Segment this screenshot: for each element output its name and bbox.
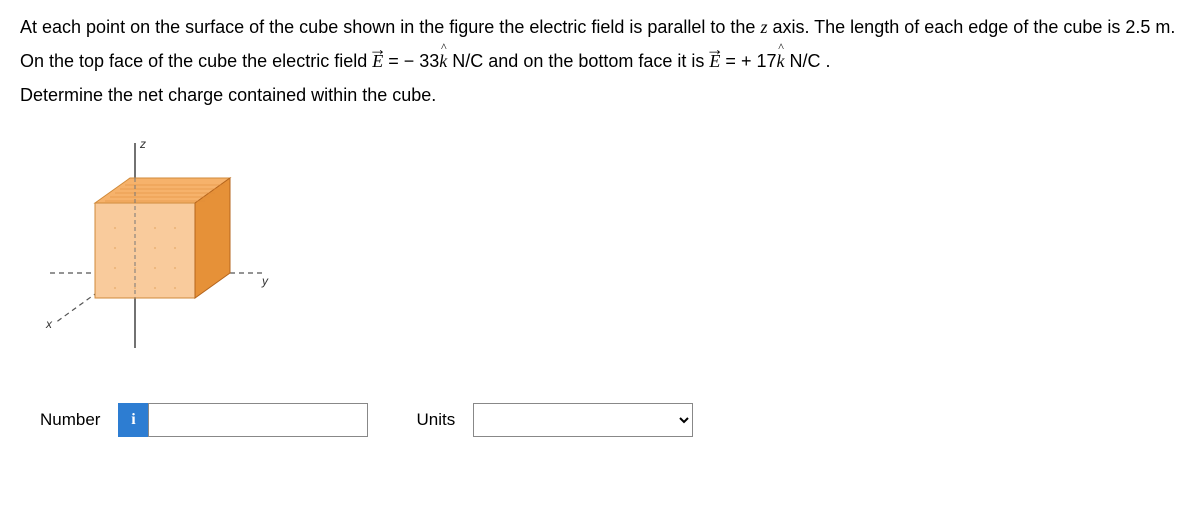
text-part4: Determine the net charge contained withi… [20, 85, 436, 105]
nc-text-1: N/C and on the bottom face it is [447, 51, 709, 71]
e-vector-top: →E [372, 44, 383, 78]
problem-statement: At each point on the surface of the cube… [20, 10, 1180, 113]
info-button[interactable]: i [118, 403, 148, 437]
units-select[interactable] [473, 403, 693, 437]
text-part2: axis. The length of each edge of the cub… [767, 17, 1125, 37]
edge-length: 2.5 m [1125, 17, 1170, 37]
nc-text-2: N/C . [784, 51, 830, 71]
units-label: Units [416, 410, 455, 430]
k-hat-2: ^k [776, 44, 784, 78]
bottom-field-value: + 17 [741, 51, 777, 71]
text-part1: At each point on the surface of the cube… [20, 17, 760, 37]
top-field-value: − 33 [404, 51, 440, 71]
cube-figure: z y x [40, 133, 280, 363]
answer-row: Number i Units [40, 403, 1180, 437]
y-axis-label: y [261, 274, 269, 288]
e-vector-bottom: →E [709, 44, 720, 78]
x-axis-label: x [45, 317, 53, 331]
k-hat-1: ^k [439, 44, 447, 78]
number-label: Number [40, 410, 100, 430]
info-icon: i [131, 411, 135, 429]
z-axis-label: z [139, 137, 146, 151]
number-input[interactable] [148, 403, 368, 437]
